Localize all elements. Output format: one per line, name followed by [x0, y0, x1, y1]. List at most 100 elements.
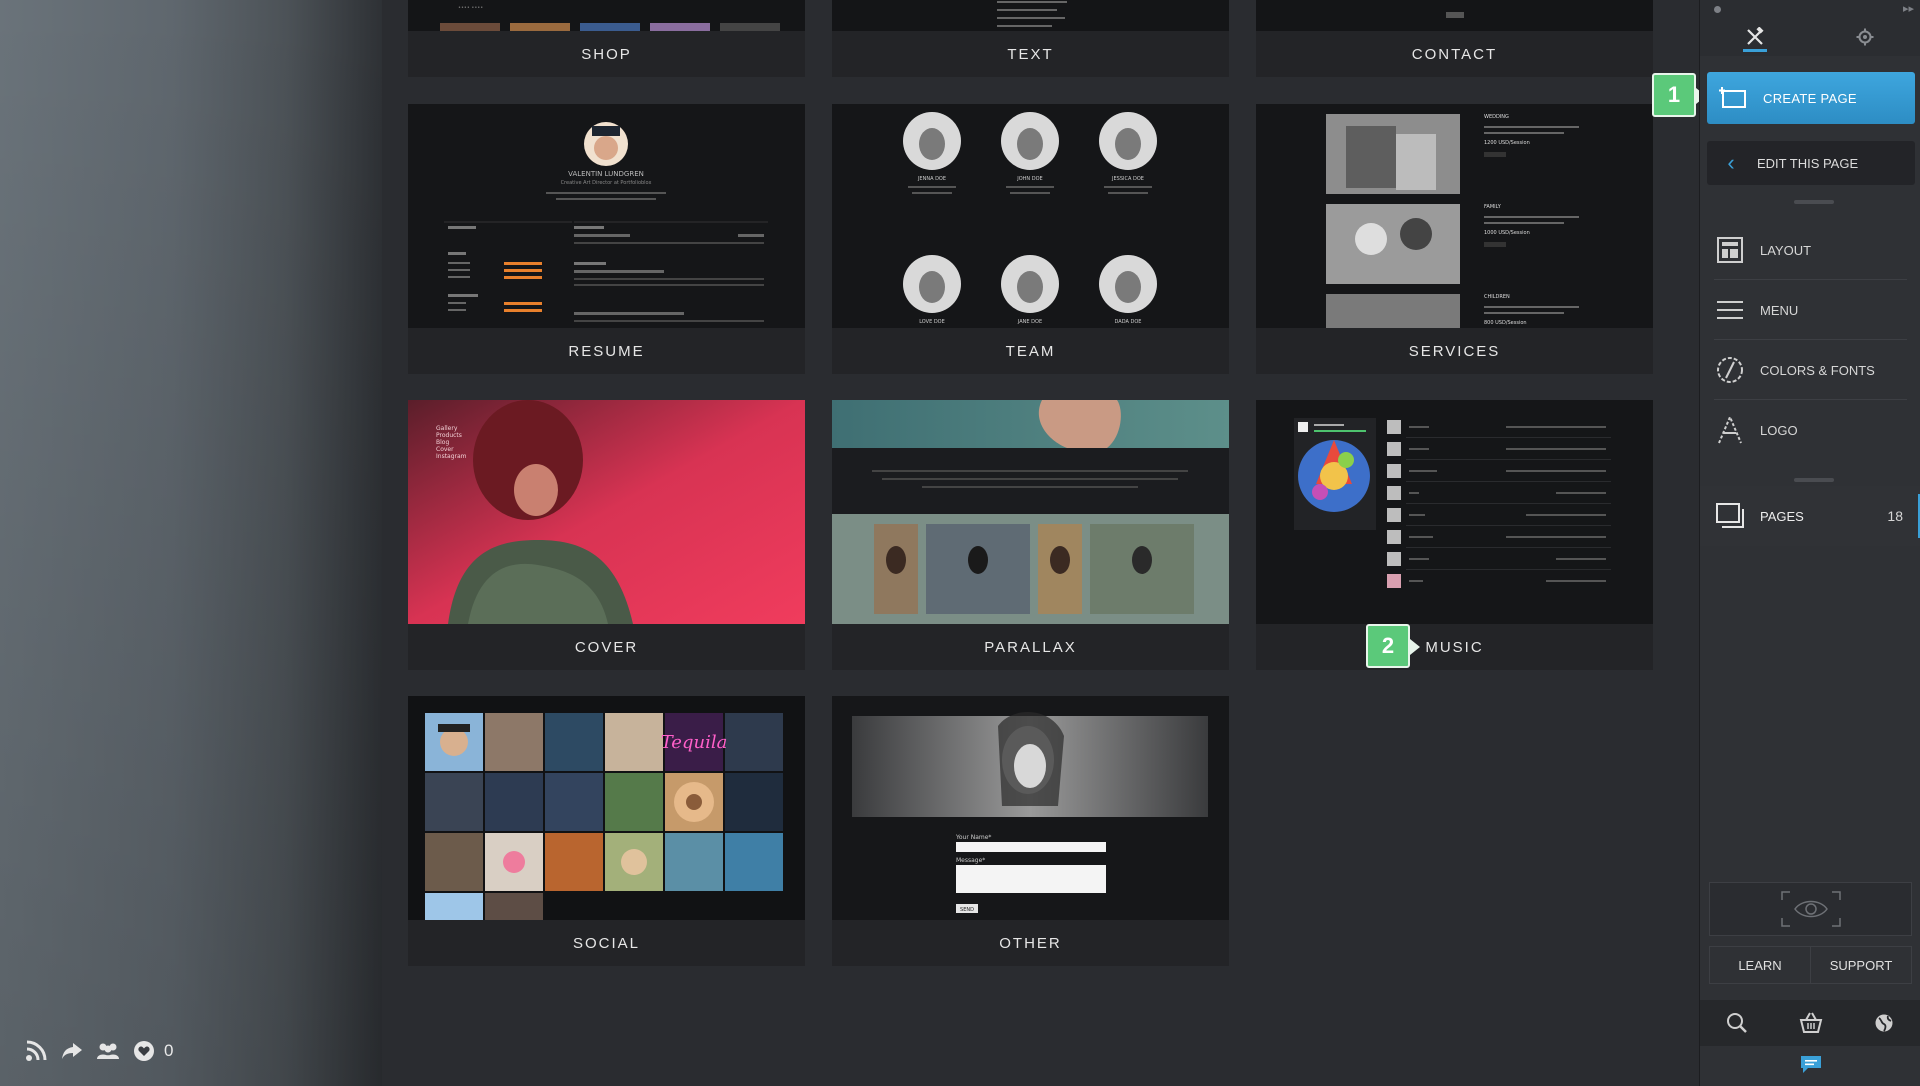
- team-member-name: JENNA DOE: [917, 176, 946, 182]
- sidebar-item-pages[interactable]: PAGES 18: [1700, 486, 1920, 546]
- divider-grip: [1794, 478, 1834, 482]
- pages-count: 18: [1887, 508, 1903, 524]
- social-bar: 0: [24, 1039, 173, 1063]
- template-thumbnail: Tequila: [408, 696, 805, 920]
- sidebar-item-label: COLORS & FONTS: [1760, 362, 1875, 378]
- template-label: TEAM: [832, 328, 1229, 374]
- service-title: CHILDREN: [1484, 294, 1510, 300]
- cover-menu-item: Instagram: [436, 453, 467, 460]
- chat-icon: [1801, 1056, 1821, 1073]
- template-grid: •••• •••• SHOP TEXT CONTACT VALENTIN LUN…: [382, 0, 1699, 1086]
- layout-icon: [1714, 234, 1746, 266]
- community-icon[interactable]: [96, 1039, 120, 1063]
- edit-this-page-label: EDIT THIS PAGE: [1757, 155, 1859, 171]
- bottom-toolbar: [1700, 1000, 1920, 1046]
- globe-icon: [1875, 1014, 1893, 1032]
- svg-text:•••• ••••: •••• ••••: [458, 5, 483, 11]
- service-title: WEDDING: [1484, 114, 1509, 120]
- template-card-shop[interactable]: •••• •••• SHOP: [408, 0, 805, 77]
- service-price: 800 USD/Session: [1484, 320, 1527, 326]
- step-callout-1: 1: [1652, 73, 1706, 117]
- like-count: 0: [164, 1041, 174, 1060]
- template-label: SOCIAL: [408, 920, 805, 966]
- expand-arrows-icon[interactable]: ▸▸: [1903, 2, 1914, 15]
- create-page-button[interactable]: CREATE PAGE: [1707, 72, 1915, 124]
- language-button[interactable]: [1847, 1000, 1920, 1046]
- template-thumbnail: •••• ••••: [408, 0, 805, 31]
- edit-this-page-button[interactable]: ‹ EDIT THIS PAGE: [1707, 141, 1915, 185]
- template-thumbnail: [832, 400, 1229, 624]
- service-price: 1200 USD/Session: [1484, 140, 1530, 146]
- rss-icon[interactable]: [24, 1039, 48, 1063]
- eye-icon: [1780, 891, 1841, 927]
- cover-menu-item: Blog: [436, 439, 449, 446]
- template-card-services[interactable]: WEDDING 1200 USD/Session FAMILY 1000 USD…: [1256, 104, 1653, 374]
- template-label: SERVICES: [1256, 328, 1653, 374]
- template-card-team[interactable]: JENNA DOE JOHN DOE JESSICA DOE LOVE DOE …: [832, 104, 1229, 374]
- template-label: COVER: [408, 624, 805, 670]
- team-member-name: JANE DOE: [1017, 319, 1042, 325]
- chevron-left-icon: ‹: [1727, 150, 1735, 175]
- new-page-icon: [1717, 85, 1751, 111]
- logo-icon: [1714, 414, 1746, 446]
- search-button[interactable]: [1700, 1000, 1774, 1046]
- learn-button[interactable]: LEARN: [1710, 947, 1810, 983]
- template-thumbnail: [1256, 400, 1653, 624]
- editor-sidebar: ▸▸ CREATE PAGE ‹ EDIT THIS PAGE LAYOUT M…: [1699, 0, 1920, 1086]
- create-page-label: CREATE PAGE: [1763, 90, 1857, 106]
- shop-button[interactable]: [1774, 1000, 1848, 1046]
- template-card-cover[interactable]: Gallery Products Blog Cover Instagram CO…: [408, 400, 805, 670]
- step-callout-2: 2: [1366, 624, 1420, 668]
- template-card-parallax[interactable]: PARALLAX: [832, 400, 1229, 670]
- resume-name: VALENTIN LUNDGREN: [568, 170, 644, 178]
- search-icon: [1726, 1013, 1747, 1033]
- svg-text:Tequila: Tequila: [661, 732, 728, 753]
- template-thumbnail: [832, 0, 1229, 31]
- template-thumbnail: Your Name* Message* SEND: [832, 696, 1229, 920]
- template-card-text[interactable]: TEXT: [832, 0, 1229, 77]
- template-label: CONTACT: [1256, 31, 1653, 77]
- basket-icon: [1799, 1012, 1822, 1033]
- help-links: LEARN SUPPORT: [1709, 946, 1912, 984]
- sidebar-item-label: MENU: [1760, 302, 1799, 318]
- template-card-social[interactable]: Tequila SOCIAL: [408, 696, 805, 966]
- like-icon[interactable]: [132, 1039, 156, 1063]
- template-card-other[interactable]: Your Name* Message* SEND OTHER: [832, 696, 1229, 966]
- chat-button[interactable]: [1798, 1052, 1824, 1076]
- tools-icon: [1747, 27, 1764, 45]
- pages-icon: [1714, 500, 1746, 532]
- template-label: OTHER: [832, 920, 1229, 966]
- sidebar-item-logo[interactable]: LOGO: [1700, 400, 1920, 460]
- support-button[interactable]: SUPPORT: [1810, 947, 1911, 983]
- sidebar-item-menu[interactable]: MENU: [1700, 280, 1920, 340]
- window-dot[interactable]: [1714, 6, 1721, 13]
- sidebar-item-label: PAGES: [1760, 508, 1804, 524]
- sidebar-item-colors-fonts[interactable]: COLORS & FONTS: [1700, 340, 1920, 400]
- form-label-name: Your Name*: [955, 834, 991, 841]
- team-member-name: DADA DOE: [1115, 319, 1142, 325]
- menu-icon: [1714, 294, 1746, 326]
- divider-grip: [1794, 200, 1834, 204]
- sidebar-header: ▸▸: [1700, 0, 1920, 56]
- cover-menu-item: Cover: [436, 446, 454, 453]
- service-price: 1000 USD/Session: [1484, 230, 1530, 236]
- sidebar-item-label: LOGO: [1760, 422, 1798, 438]
- template-label: TEXT: [832, 31, 1229, 77]
- template-thumbnail: JENNA DOE JOHN DOE JESSICA DOE LOVE DOE …: [832, 104, 1229, 328]
- tab-design-tools[interactable]: [1735, 22, 1775, 52]
- gear-icon: [1856, 28, 1874, 46]
- template-card-contact[interactable]: CONTACT: [1256, 0, 1653, 77]
- template-label: PARALLAX: [832, 624, 1229, 670]
- sidebar-item-layout[interactable]: LAYOUT: [1700, 220, 1920, 280]
- template-thumbnail: [1256, 0, 1653, 31]
- template-card-resume[interactable]: VALENTIN LUNDGREN Creative Art Director …: [408, 104, 805, 374]
- tab-settings[interactable]: [1845, 22, 1885, 52]
- service-title: FAMILY: [1484, 204, 1502, 210]
- sidebar-item-label: LAYOUT: [1760, 242, 1812, 258]
- template-card-music[interactable]: MUSIC: [1256, 400, 1653, 670]
- preview-button[interactable]: [1709, 882, 1912, 936]
- team-member-name: JESSICA DOE: [1111, 176, 1144, 182]
- template-label: SHOP: [408, 31, 805, 77]
- template-thumbnail: VALENTIN LUNDGREN Creative Art Director …: [408, 104, 805, 328]
- share-icon[interactable]: [60, 1039, 84, 1063]
